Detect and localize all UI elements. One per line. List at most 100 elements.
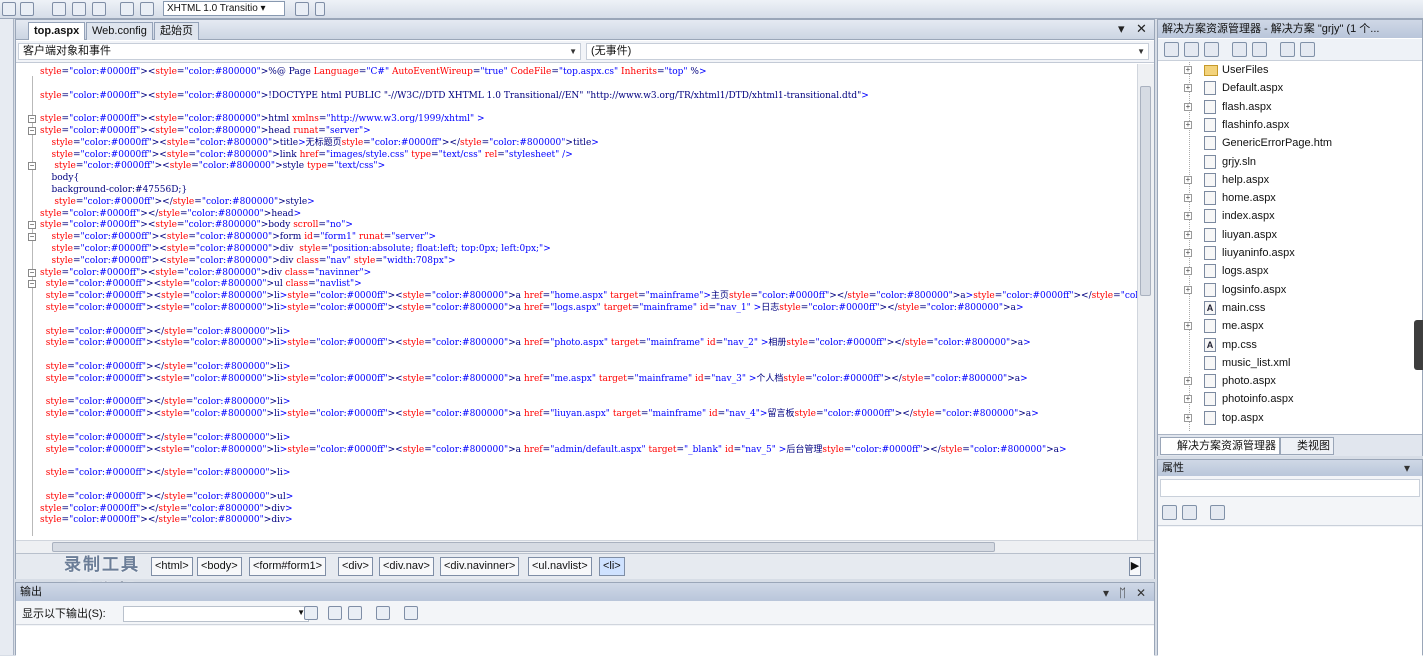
- tree-item[interactable]: + index.aspx: [1158, 207, 1420, 225]
- uncomment-icon[interactable]: [140, 2, 154, 16]
- tree-item[interactable]: + help.aspx: [1158, 171, 1420, 189]
- expand-icon[interactable]: +: [1184, 413, 1192, 422]
- expand-icon[interactable]: +: [1184, 102, 1192, 111]
- tree-item[interactable]: Amain.css: [1158, 299, 1420, 317]
- format-icon[interactable]: [52, 2, 66, 16]
- fold-toggle[interactable]: −: [28, 233, 36, 242]
- refresh-icon[interactable]: [1184, 42, 1199, 57]
- expand-icon[interactable]: +: [1184, 322, 1192, 331]
- tree-item[interactable]: + me.aspx: [1158, 317, 1420, 335]
- dropdown-icon[interactable]: ▾: [1404, 460, 1410, 476]
- tab-2[interactable]: 起始页: [154, 22, 199, 40]
- close-document-icon[interactable]: ✕: [1136, 22, 1147, 36]
- expand-icon[interactable]: +: [1184, 267, 1192, 276]
- fold-toggle[interactable]: −: [28, 115, 36, 124]
- tree-item[interactable]: music_list.xml: [1158, 354, 1420, 372]
- code-area[interactable]: style="color:#0000ff"><style="color:#800…: [16, 64, 1137, 540]
- asp-config-icon[interactable]: [1300, 42, 1315, 57]
- indent-icon[interactable]: [92, 2, 106, 16]
- tab-class-view[interactable]: 类视图: [1280, 437, 1334, 455]
- client-object-dropdown[interactable]: 客户端对象和事件 ▼: [18, 43, 581, 60]
- fold-toggle[interactable]: −: [28, 127, 36, 135]
- tab-1[interactable]: Web.config: [86, 22, 153, 40]
- comment-icon[interactable]: [120, 2, 134, 16]
- word-wrap-icon[interactable]: [404, 606, 418, 620]
- redo-icon[interactable]: [20, 2, 34, 16]
- expand-icon[interactable]: +: [1184, 285, 1192, 294]
- fold-toggle[interactable]: −: [28, 162, 36, 171]
- fold-toggle[interactable]: −: [28, 280, 36, 289]
- output-text[interactable]: [16, 626, 1154, 656]
- event-dropdown[interactable]: (无事件) ▼: [586, 43, 1149, 60]
- sort-alpha-icon[interactable]: [1182, 505, 1197, 520]
- clear-all-icon[interactable]: [376, 606, 390, 620]
- horizontal-scrollbar[interactable]: [16, 540, 1154, 553]
- tab-solution-explorer[interactable]: 解决方案资源管理器: [1160, 437, 1280, 455]
- expand-icon[interactable]: +: [1184, 377, 1192, 386]
- tree-item[interactable]: + logs.aspx: [1158, 262, 1420, 280]
- edge-scroll-handle[interactable]: [1414, 320, 1423, 370]
- doctype-select[interactable]: XHTML 1.0 Transitio ▾: [163, 1, 285, 16]
- breadcrumb-item[interactable]: <div>: [338, 557, 373, 576]
- properties-object-select[interactable]: [1160, 479, 1420, 497]
- tree-item[interactable]: + liuyaninfo.aspx: [1158, 244, 1420, 262]
- horizontal-scroll-thumb[interactable]: [52, 542, 995, 552]
- properties-icon[interactable]: [1164, 42, 1179, 57]
- next-message-icon[interactable]: [348, 606, 362, 620]
- tree-item[interactable]: + photo.aspx: [1158, 372, 1420, 390]
- vertical-scrollbar[interactable]: [1137, 64, 1154, 540]
- view-code-icon[interactable]: [1252, 42, 1267, 57]
- tree-item[interactable]: + flashinfo.aspx: [1158, 116, 1420, 134]
- toolbox-strip[interactable]: [0, 19, 14, 655]
- tree-item[interactable]: + photoinfo.aspx: [1158, 390, 1420, 408]
- output-source-select[interactable]: ▼: [123, 606, 309, 622]
- categorized-icon[interactable]: [1162, 505, 1177, 520]
- property-pages-icon[interactable]: [1210, 505, 1225, 520]
- validate-icon[interactable]: [295, 2, 309, 16]
- breadcrumb-item[interactable]: <div.navinner>: [440, 557, 520, 576]
- expand-icon[interactable]: +: [1184, 194, 1192, 203]
- dropdown-icon[interactable]: ▾: [1103, 584, 1109, 602]
- expand-icon[interactable]: +: [1184, 230, 1192, 239]
- tree-item[interactable]: + liuyan.aspx: [1158, 226, 1420, 244]
- aspx-file-icon: [1204, 319, 1216, 334]
- breadcrumb-item[interactable]: <div.nav>: [379, 557, 434, 576]
- copy-website-icon[interactable]: [1280, 42, 1295, 57]
- close-icon[interactable]: ✕: [1136, 584, 1146, 602]
- tree-item[interactable]: + UserFiles: [1158, 62, 1420, 79]
- breadcrumb-item[interactable]: <li>: [599, 557, 625, 576]
- find-message-icon[interactable]: [304, 606, 318, 620]
- breadcrumb-item[interactable]: <body>: [197, 557, 242, 576]
- pin-icon[interactable]: ᛖ: [1119, 584, 1126, 602]
- undo-icon[interactable]: [2, 2, 16, 16]
- nest-icon[interactable]: [1232, 42, 1247, 57]
- show-all-files-icon[interactable]: [1204, 42, 1219, 57]
- fold-toggle[interactable]: −: [28, 221, 36, 230]
- expand-icon[interactable]: +: [1184, 395, 1192, 404]
- tab-menu-icon[interactable]: ▾: [1118, 22, 1125, 36]
- solution-tabs: 解决方案资源管理器 类视图: [1158, 434, 1422, 456]
- fold-toggle[interactable]: −: [28, 268, 36, 277]
- tree-item[interactable]: GenericErrorPage.htm: [1158, 134, 1420, 152]
- expand-icon[interactable]: +: [1184, 66, 1192, 74]
- breadcrumb-item[interactable]: <form#form1>: [249, 557, 327, 576]
- toolbar-overflow-icon[interactable]: [315, 2, 325, 16]
- tree-item[interactable]: Amp.css: [1158, 336, 1420, 354]
- expand-icon[interactable]: +: [1184, 212, 1192, 221]
- tree-item[interactable]: + Default.aspx: [1158, 79, 1420, 97]
- expand-icon[interactable]: +: [1184, 120, 1192, 129]
- outdent-icon[interactable]: [72, 2, 86, 16]
- tree-item[interactable]: + top.aspx: [1158, 409, 1420, 427]
- prev-message-icon[interactable]: [328, 606, 342, 620]
- tree-item[interactable]: + flash.aspx: [1158, 98, 1420, 116]
- vertical-scroll-thumb[interactable]: [1140, 86, 1151, 296]
- expand-icon[interactable]: +: [1184, 249, 1192, 257]
- tree-item[interactable]: + logsinfo.aspx: [1158, 281, 1420, 299]
- tab-0[interactable]: top.aspx: [28, 22, 86, 40]
- tree-item[interactable]: grjy.sln: [1158, 153, 1420, 171]
- tree-item[interactable]: + home.aspx: [1158, 189, 1420, 207]
- expand-icon[interactable]: +: [1184, 175, 1192, 184]
- breadcrumb-item[interactable]: <ul.navlist>: [528, 557, 592, 576]
- breadcrumb-next-icon[interactable]: ▶: [1129, 557, 1141, 576]
- expand-icon[interactable]: +: [1184, 84, 1192, 93]
